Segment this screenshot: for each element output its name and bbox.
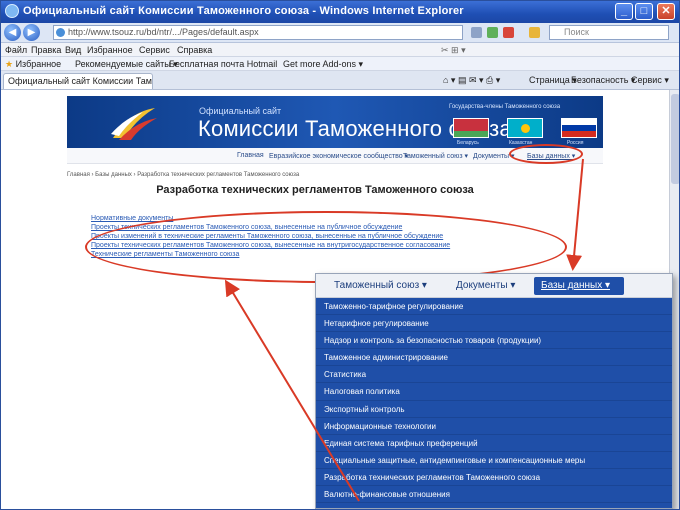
- flag-label-russia: Россия: [567, 140, 584, 146]
- menu-item-nontariff-regulation[interactable]: Нетарифное регулирование: [316, 315, 672, 333]
- ie-icon: [5, 4, 19, 18]
- site-subtitle: Официальный сайт: [199, 106, 282, 116]
- window-title: Официальный сайт Комиссии Таможенного со…: [23, 5, 464, 17]
- menu-item-tariff-preferences[interactable]: Единая система тарифных преференций: [316, 435, 672, 452]
- breadcrumb: Главная › Базы данных › Разработка техни…: [67, 172, 300, 178]
- favorites-bar: ★ Избранное Рекомендуемые сайты ▾ Беспла…: [1, 57, 679, 71]
- stop-icon[interactable]: [503, 27, 514, 38]
- site-header: Официальный сайт Комиссии Таможенного со…: [67, 96, 603, 148]
- inset-nav-documents[interactable]: Документы ▾: [456, 280, 515, 291]
- menu-item-currency-relations[interactable]: Валютно-финансовые отношения: [316, 486, 672, 504]
- menu-view[interactable]: Вид: [65, 45, 81, 55]
- inset-nav-customs-union[interactable]: Таможенный союз ▾: [334, 280, 427, 291]
- menu-tools[interactable]: Сервис: [139, 45, 170, 55]
- safety-menu[interactable]: Безопасность ▾: [571, 75, 635, 86]
- menu-item-information-technology[interactable]: Информационные технологии: [316, 418, 672, 435]
- url-text: http://www.tsouz.ru/bd/ntr/.../Pages/def…: [68, 27, 259, 37]
- menu-item-tariff-regulation[interactable]: Таможенно-тарифное регулирование: [316, 298, 672, 316]
- maximize-button[interactable]: □: [635, 3, 653, 20]
- url-input[interactable]: http://www.tsouz.ru/bd/ntr/.../Pages/def…: [53, 25, 463, 40]
- favorites-button[interactable]: ★ Избранное: [5, 59, 61, 70]
- menu-item-export-control[interactable]: Экспортный контроль: [316, 401, 672, 418]
- russia-flag-icon[interactable]: [561, 118, 597, 138]
- menu-favorites[interactable]: Избранное: [87, 45, 133, 55]
- menu-item-statistics[interactable]: Статистика: [316, 366, 672, 384]
- databases-dropdown-menu: Таможенно-тарифное регулирование Нетариф…: [316, 298, 672, 504]
- address-bar: ◀ ▶ http://www.tsouz.ru/bd/ntr/.../Pages…: [1, 23, 679, 43]
- page-title: Разработка технических регламентов Тамож…: [156, 184, 474, 196]
- forward-button[interactable]: ▶: [23, 24, 40, 41]
- search-placeholder: Поиск: [564, 27, 589, 37]
- search-input[interactable]: Поиск: [549, 25, 669, 40]
- tab-bar: Официальный сайт Комиссии Таможенного...…: [1, 71, 679, 90]
- browser-window: Официальный сайт Комиссии Таможенного со…: [0, 0, 680, 510]
- refresh-icon[interactable]: [487, 27, 498, 38]
- menu-item-protective-measures[interactable]: Специальные защитные, антидемпинговые и …: [316, 452, 672, 469]
- globe-icon: [56, 28, 65, 37]
- dropdown-zoom-inset: Таможенный союз ▾ Документы ▾ Базы данны…: [315, 273, 673, 509]
- tools-menu[interactable]: Сервис ▾: [631, 75, 669, 86]
- tab-active[interactable]: Официальный сайт Комиссии Таможенного...: [3, 73, 153, 89]
- inset-nav: Таможенный союз ▾ Документы ▾ Базы данны…: [316, 274, 672, 298]
- menu-item-product-safety[interactable]: Надзор и контроль за безопасностью товар…: [316, 332, 672, 350]
- favorite-hotmail[interactable]: Бесплатная почта Hotmail: [169, 59, 277, 69]
- link-tools-icon[interactable]: ✂ ⊞ ▾: [441, 45, 466, 56]
- minimize-button[interactable]: _: [615, 3, 633, 20]
- scrollbar-thumb[interactable]: [671, 94, 679, 184]
- member-flags: Государства-члены Таможенного союза Бела…: [449, 104, 609, 146]
- home-icon[interactable]: ⌂ ▾ ▤ ✉ ▾ ⎙ ▾: [443, 75, 500, 86]
- compatibility-icon[interactable]: [471, 27, 482, 38]
- menu-item-customs-administration[interactable]: Таможенное администрирование: [316, 349, 672, 367]
- menu-file[interactable]: Файл: [5, 45, 27, 55]
- nav-customs-union[interactable]: Таможенный союз ▾: [403, 152, 468, 160]
- star-icon: ★: [5, 59, 16, 69]
- flags-caption: Государства-члены Таможенного союза: [449, 104, 561, 110]
- title-bar: Официальный сайт Комиссии Таможенного со…: [1, 1, 679, 23]
- menu-bar: Файл Правка Вид Избранное Сервис Справка…: [1, 43, 679, 57]
- menu-item-tax-policy[interactable]: Налоговая политика: [316, 383, 672, 401]
- favorite-addons[interactable]: Get more Add-ons ▾: [283, 59, 363, 70]
- nav-eurasec[interactable]: Евразийское экономическое сообщество ▾: [269, 152, 408, 160]
- close-button[interactable]: ✕: [657, 3, 675, 20]
- annotation-ellipse-nav: [509, 144, 583, 164]
- page-menu[interactable]: Страница ▾: [529, 75, 577, 86]
- databases-dropdown-button[interactable]: Базы данных ▾: [534, 277, 624, 295]
- live-search-icon: [529, 27, 540, 38]
- back-button[interactable]: ◀: [4, 24, 21, 41]
- belarus-flag-icon[interactable]: [453, 118, 489, 138]
- menu-edit[interactable]: Правка: [31, 45, 61, 55]
- nav-home[interactable]: Главная: [237, 152, 264, 159]
- menu-help[interactable]: Справка: [177, 45, 212, 55]
- customs-union-logo: [111, 108, 157, 140]
- favorite-recommended-sites[interactable]: Рекомендуемые сайты ▾: [75, 59, 178, 70]
- flag-label-belarus: Беларусь: [457, 140, 479, 146]
- menu-item-technical-regulations[interactable]: Разработка технических регламентов Тамож…: [316, 469, 672, 487]
- kazakhstan-flag-icon[interactable]: [507, 118, 543, 138]
